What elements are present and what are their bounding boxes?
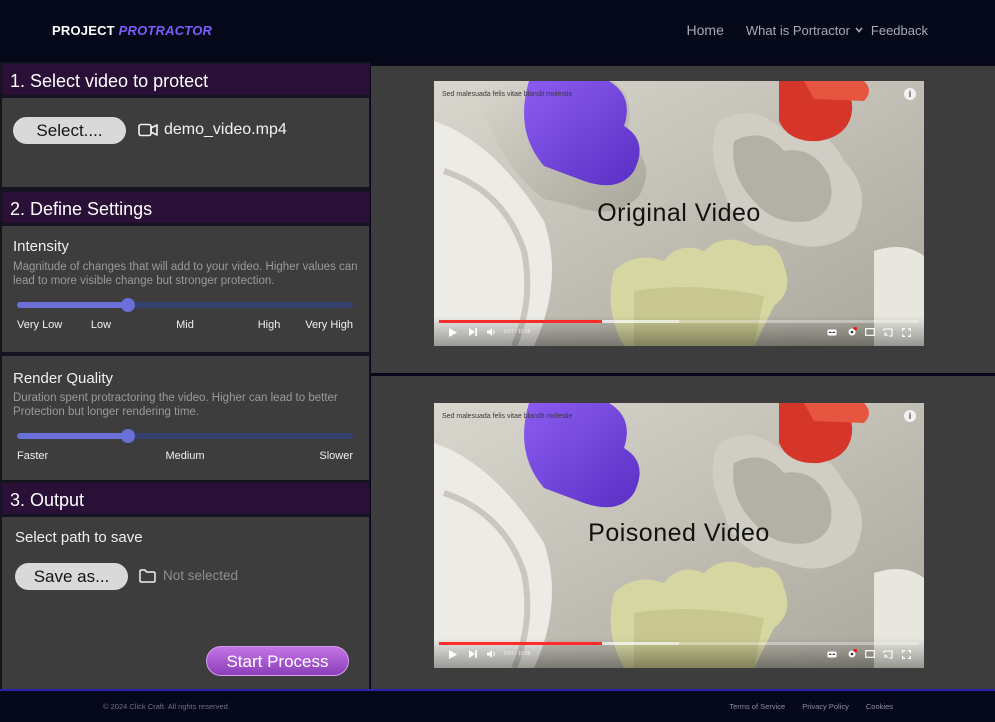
section-select-header: 1. Select video to protect: [2, 64, 369, 97]
captions-icon[interactable]: [827, 649, 837, 659]
volume-icon[interactable]: [486, 327, 496, 337]
folder-icon: [139, 568, 156, 583]
original-video-panel: Sed malesuada felis vitae blandit molest…: [371, 66, 995, 373]
volume-icon[interactable]: [486, 649, 496, 659]
intensity-tick: Very Low: [17, 319, 63, 331]
top-navbar: PROJECT PROTRACTOR Home What is Portract…: [0, 0, 995, 62]
save-as-button[interactable]: Save as...: [15, 563, 128, 590]
render-quality-description: Duration spent protractoring the video. …: [13, 392, 338, 418]
render-quality-slider[interactable]: [17, 429, 353, 443]
poisoned-video-panel: Sed malesuada felis vitae blandit molest…: [371, 376, 995, 689]
main-nav: Home What is Portractor Feedback: [687, 22, 928, 38]
video-camera-icon: [138, 123, 158, 137]
video-played-bar: [439, 320, 603, 323]
selected-filename: demo_video.mp4: [164, 121, 287, 138]
section-select-body: Select.... demo_video.mp4: [2, 98, 369, 187]
app-page: PROJECT PROTRACTOR Home What is Portract…: [0, 0, 995, 722]
video-timecode: 0:07 / 15:28: [504, 651, 531, 657]
next-icon[interactable]: [468, 649, 478, 659]
copyright-text: © 2024 Click Craft. All rights reserved.: [103, 702, 230, 711]
video-caption: Sed malesuada felis vitae blandit molest…: [442, 413, 573, 420]
intensity-label: Intensity: [13, 238, 69, 255]
cast-icon[interactable]: [883, 649, 893, 659]
video-title: Poisoned Video: [588, 519, 770, 547]
selected-file: demo_video.mp4: [138, 121, 287, 139]
render-quality-tick-labels: Faster Medium Slower: [17, 450, 353, 464]
fullscreen-icon[interactable]: [901, 327, 911, 337]
quality-tick: Faster: [17, 450, 49, 462]
nav-home[interactable]: Home: [687, 22, 724, 38]
footer-links: Terms of Service Privacy Policy Cookies: [712, 702, 893, 711]
intensity-slider-handle[interactable]: [120, 298, 135, 312]
video-buffered-bar: [602, 642, 679, 645]
select-video-button[interactable]: Select....: [13, 117, 126, 144]
intensity-tick: High: [257, 319, 281, 331]
footer-link-terms[interactable]: Terms of Service: [729, 702, 785, 711]
intensity-description: Magnitude of changes that will add to yo…: [13, 261, 358, 287]
miniplayer-icon[interactable]: [865, 649, 875, 659]
intensity-tick: Low: [90, 319, 112, 331]
settings-gear-icon[interactable]: [847, 649, 857, 659]
render-quality-slider-handle[interactable]: [120, 429, 135, 443]
save-path-label: Select path to save: [15, 529, 143, 546]
start-process-button[interactable]: Start Process: [206, 646, 349, 676]
intensity-tick: Mid: [176, 319, 194, 331]
video-progress-bar[interactable]: [439, 320, 919, 323]
render-quality-label: Render Quality: [13, 370, 114, 387]
video-title: Original Video: [597, 199, 761, 227]
video-controls: 0:07 / 15:28: [434, 316, 924, 346]
info-icon[interactable]: i: [904, 410, 916, 422]
section-settings-header: 2. Define Settings: [2, 192, 369, 225]
next-icon[interactable]: [468, 327, 478, 337]
output-folder-status: Not selected: [139, 568, 238, 583]
output-folder-text: Not selected: [163, 568, 239, 583]
intensity-slider-fill: [17, 302, 128, 308]
play-icon[interactable]: [448, 649, 458, 659]
intensity-tick: Very High: [305, 319, 353, 331]
video-caption: Sed malesuada felis vitae blandit molest…: [442, 91, 573, 98]
page-footer: © 2024 Click Craft. All rights reserved.…: [0, 689, 995, 722]
brand-logo[interactable]: PROJECT PROTRACTOR: [52, 23, 212, 38]
intensity-slider[interactable]: [17, 298, 353, 312]
brand-prefix: PROJECT: [52, 23, 115, 38]
captions-icon[interactable]: [827, 327, 837, 337]
play-icon[interactable]: [448, 327, 458, 337]
chevron-down-icon: [855, 27, 863, 33]
footer-link-cookies[interactable]: Cookies: [866, 702, 893, 711]
section-output-header: 3. Output: [2, 483, 369, 516]
cast-icon[interactable]: [883, 327, 893, 337]
info-icon[interactable]: i: [904, 88, 916, 100]
nav-feedback[interactable]: Feedback: [871, 23, 928, 38]
footer-link-privacy[interactable]: Privacy Policy: [802, 702, 849, 711]
video-played-bar: [439, 642, 603, 645]
render-quality-slider-fill: [17, 433, 128, 439]
nav-what-label: What is Portractor: [745, 22, 850, 38]
intensity-setting: Intensity Magnitude of changes that will…: [2, 226, 369, 352]
intensity-tick-labels: Very Low Low Mid High Very High: [17, 319, 353, 333]
fullscreen-icon[interactable]: [901, 649, 911, 659]
video-buffered-bar: [602, 320, 679, 323]
poisoned-video-player[interactable]: Sed malesuada felis vitae blandit molest…: [434, 403, 924, 668]
quality-tick: Medium: [165, 450, 205, 462]
quality-tick: Slower: [319, 450, 353, 462]
nav-what-is-portractor[interactable]: What is Portractor: [746, 23, 863, 38]
render-quality-setting: Render Quality Duration spent protractor…: [2, 356, 369, 480]
video-progress-bar[interactable]: [439, 642, 919, 645]
original-video-player[interactable]: Sed malesuada felis vitae blandit molest…: [434, 81, 924, 346]
settings-gear-icon[interactable]: [847, 327, 857, 337]
brand-accent: PROTRACTOR: [118, 23, 213, 38]
video-timecode: 0:07 / 15:28: [504, 329, 531, 335]
settings-panel: 1. Select video to protect Select.... de…: [0, 62, 370, 689]
miniplayer-icon[interactable]: [865, 327, 875, 337]
video-controls: 0:07 / 15:28: [434, 638, 924, 668]
